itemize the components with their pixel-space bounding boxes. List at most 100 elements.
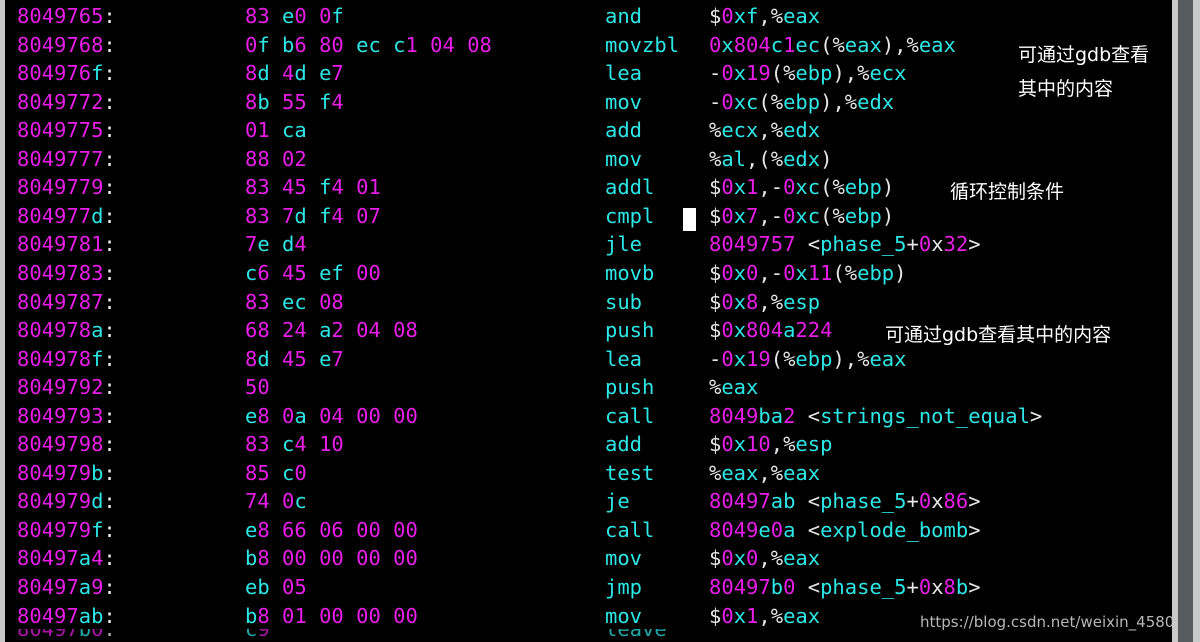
instruction-operands: 8049757 <phase_5+0x32> [709,232,981,257]
instruction-bytes: e8 66 06 00 00 [245,517,418,542]
instruction-operands: $0x10,%esp [709,432,833,457]
instruction-address: 804976f: [17,61,116,86]
csdn-watermark: https://blog.csdn.net/weixin_45809643 [920,613,1200,631]
instruction-bytes: 83 7d f4 07 [245,203,381,228]
instruction-mnemonic: add [605,118,643,143]
instruction-operands: %eax,%eax [709,460,821,485]
instruction-bytes: 8d 45 e7 [245,346,344,371]
instruction-mnemonic: call [605,517,655,542]
instruction-operands: $0x0,-0x11(%ebp) [709,260,907,285]
instruction-address: 8049798: [17,432,116,457]
disassembly-row[interactable]: 8049793: e8 0a 04 00 00 call 8049ba2 <strin… [0,402,1172,431]
disassembly-row[interactable]: 8049775: 01 ca add %ecx,%edx [0,116,1172,145]
disassembly-row[interactable]: 8049787: 83 ec 08 sub $0x8,%esp [0,288,1172,317]
disassembly-row[interactable]: 8049768: 0f b6 80 ec c1 04 08 movzbl 0x804c… [0,31,1172,60]
instruction-operands: $0x0,%eax [709,546,821,571]
terminal-window: 8049762: 83 e0 0f and $0xf,%eax 8049765:… [0,0,1200,642]
instruction-mnemonic: add [605,432,643,457]
instruction-bytes: 83 e0 0f [245,4,344,28]
disassembly-row[interactable]: 8049765: 83 e0 0f and $0xf,%eax [0,2,1172,31]
instruction-mnemonic: push [605,375,655,400]
text-cursor [683,208,696,231]
instruction-operands: $0xf,%eax [709,4,821,28]
instruction-mnemonic: addl [605,175,655,200]
instruction-operands: %ecx,%edx [709,118,821,143]
disassembly-row[interactable]: 8049772: 8b 55 f4 mov -0xc(%ebp),%edx [0,88,1172,117]
instruction-address: 8049775: [17,118,116,143]
instruction-address: 80497a9: [17,575,116,599]
instruction-bytes: 01 ca [245,118,307,143]
instruction-address: 8049781: [17,232,116,257]
instruction-bytes: 8d 4d e7 [245,61,344,86]
disassembly-row[interactable]: 8049781: 7e d4 jle 8049757 <phase_5+0x32> [0,230,1172,259]
instruction-bytes: 83 c4 10 [245,432,344,457]
disassembly-row[interactable]: 804978f: 8d 45 e7 lea -0x19(%ebp),%eax [0,345,1172,374]
disassembly-row[interactable]: 8049798: 83 c4 10 add $0x10,%esp [0,430,1172,459]
instruction-bytes: eb 05 [245,575,307,599]
instruction-address: 8049787: [17,289,116,314]
instruction-operands: $0x1,%eax [709,603,821,628]
disassembly-row[interactable]: 804979f: e8 66 06 00 00 call 8049e0a <explo… [0,516,1172,545]
disassembly-row[interactable]: 80497a9: eb 05 jmp 80497b0 <phase_5+0x8b> [0,573,1172,602]
instruction-operands: $0x7,-0xc(%ebp) [709,203,895,228]
instruction-operands: 8049ba2 <strings_not_equal> [709,403,1043,428]
note-movzbl: 可通过gdb查看 其中的内容 [1018,45,1149,99]
instruction-bytes: 68 24 a2 04 08 [245,318,418,343]
note-push-string-line: 可通过gdb查看其中的内容 [885,324,1112,346]
instruction-mnemonic: push [605,318,655,343]
instruction-bytes: c6 45 ef 00 [245,260,381,285]
instruction-bytes: 85 c0 [245,460,307,485]
disassembly-row[interactable]: 8049792: 50 push %eax [0,373,1172,402]
instruction-operands: 8049e0a <explode_bomb> [709,517,981,542]
instruction-address: 8049779: [17,175,116,200]
instruction-mnemonic: mov [605,146,643,171]
instruction-mnemonic: cmpl [605,203,655,228]
instruction-operands: -0x19(%ebp),%eax [709,346,907,371]
disassembly-row[interactable]: 804979d: 74 0c je 80497ab <phase_5+0x86> [0,487,1172,516]
instruction-bytes: 50 [245,375,270,400]
note-loop-condition-line: 循环控制条件 [950,181,1065,203]
instruction-address: 8049793: [17,403,116,428]
disassembly-row[interactable]: 804976f: 8d 4d e7 lea -0x19(%ebp),%ecx [0,59,1172,88]
instruction-mnemonic: jle [605,232,643,257]
note-loop-condition: 循环控制条件 [950,182,1064,202]
vertical-scrollbar[interactable] [1172,0,1200,642]
instruction-bytes: 74 0c [245,489,307,514]
instruction-bytes: b8 01 00 00 00 [245,603,418,628]
instruction-operands: 80497b0 <phase_5+0x8b> [709,575,981,599]
instruction-operands: $0x8,%esp [709,289,821,314]
instruction-bytes: 8b 55 f4 [245,89,344,114]
instruction-bytes: e8 0a 04 00 00 [245,403,418,428]
window-left-border-inner [5,0,7,642]
disassembly-listing[interactable]: 8049765: 83 e0 0f and $0xf,%eax 8049768: 0f b… [0,0,1172,642]
instruction-address: 8049783: [17,260,116,285]
instruction-address: 8049765: [17,4,116,28]
disassembly-row[interactable]: 80497a4: b8 00 00 00 00 mov $0x0,%eax [0,544,1172,573]
instruction-mnemonic: jmp [605,575,643,599]
instruction-mnemonic: call [605,403,655,428]
disassembly-row[interactable]: 804979b: 85 c0 test %eax,%eax [0,459,1172,488]
instruction-mnemonic: movzbl [605,32,680,57]
instruction-address: 80497ab: [17,603,116,628]
instruction-address: 804978a: [17,318,116,343]
note-movzbl-line: 其中的内容 [1018,78,1114,100]
instruction-operands: -0xc(%ebp),%edx [709,89,895,114]
instruction-address: 8049792: [17,375,116,400]
instruction-address: 804978f: [17,346,116,371]
scrollbar-thumb[interactable] [1178,0,1193,642]
instruction-mnemonic: je [605,489,630,514]
disassembly-row[interactable]: 804977d: 83 7d f4 07 cmpl $0x7,-0xc(%ebp) [0,202,1172,231]
instruction-bytes: 83 45 f4 01 [245,175,381,200]
instruction-address: 804979d: [17,489,116,514]
note-push-string: 可通过gdb查看其中的内容 [885,325,1111,345]
instruction-address: 80497a4: [17,546,116,571]
instruction-bytes: 0f b6 80 ec c1 04 08 [245,32,492,57]
note-movzbl-line: 可通过gdb查看 [1018,44,1150,66]
disassembly-row[interactable]: 8049783: c6 45 ef 00 movb $0x0,-0x11(%ebp) [0,259,1172,288]
instruction-operands: -0x19(%ebp),%ecx [709,61,907,86]
instruction-bytes: b8 00 00 00 00 [245,546,418,571]
instruction-operands: $0x804a224 [709,318,833,343]
instruction-address: 8049777: [17,146,116,171]
instruction-mnemonic: sub [605,289,643,314]
disassembly-row[interactable]: 8049777: 88 02 mov %al,(%edx) [0,145,1172,174]
